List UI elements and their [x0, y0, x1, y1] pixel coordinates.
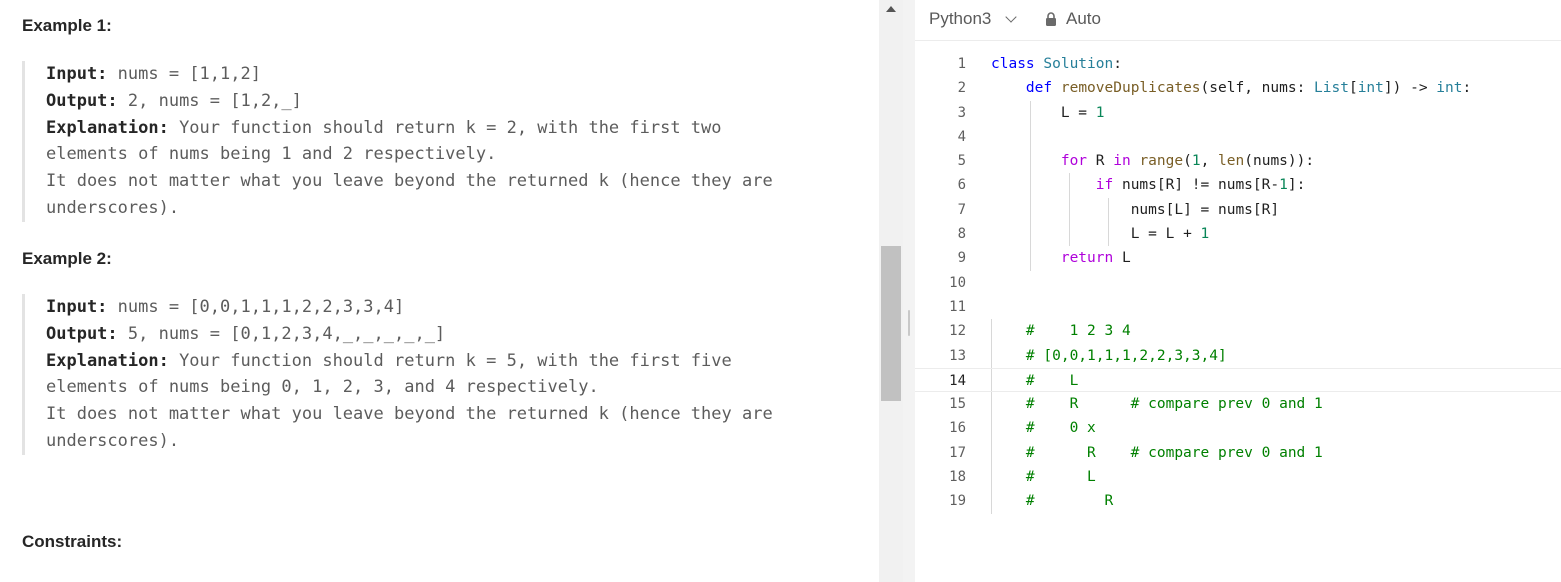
auto-mode-toggle[interactable]: Auto: [1066, 9, 1101, 29]
code-line[interactable]: 5 for R in range(1, len(nums)):: [915, 149, 1561, 174]
line-number: 1: [957, 56, 966, 72]
code-line[interactable]: 13 # [0,0,1,1,1,2,2,3,3,4]: [915, 343, 1561, 368]
line-number: 12: [949, 323, 966, 340]
line-number: 7: [957, 201, 966, 218]
chevron-down-icon[interactable]: [1005, 11, 1017, 23]
description-scrollbar[interactable]: [879, 0, 903, 582]
line-number: 17: [949, 444, 966, 461]
language-selector[interactable]: Python3: [929, 9, 991, 29]
line-number: 10: [949, 274, 966, 291]
example-2-explanation-line4: underscores).: [46, 430, 180, 451]
editor-toolbar: Python3 Auto: [915, 0, 1561, 41]
code-line-active[interactable]: 14 # L: [915, 367, 1561, 393]
example-1-explanation-line4: underscores).: [46, 197, 180, 218]
code-line[interactable]: 6 if nums[R] != nums[R-1]:: [915, 173, 1561, 198]
line-number: 3: [957, 104, 966, 121]
line-number: 9: [957, 250, 966, 267]
code-line[interactable]: 9 return L: [915, 246, 1561, 271]
code-line[interactable]: 8 L = L + 1: [915, 222, 1561, 247]
example-1-title: Example 1:: [22, 16, 112, 35]
example-2-title: Example 2:: [22, 249, 112, 268]
code-line[interactable]: 16 # 0 x: [915, 416, 1561, 441]
example-2-explanation-line2: elements of nums being 0, 1, 2, 3, and 4…: [46, 377, 599, 398]
code-line[interactable]: 17 # R # compare prev 0 and 1: [915, 440, 1561, 466]
code-line[interactable]: 3 L = 1: [915, 100, 1561, 125]
lock-icon: [1046, 12, 1056, 26]
code-line[interactable]: 1 class Solution:: [915, 52, 1561, 76]
line-number: 11: [949, 298, 966, 315]
code-line[interactable]: 7 nums[L] = nums[R]: [915, 197, 1561, 223]
code-line[interactable]: 2 def removeDuplicates(self, nums: List[…: [915, 76, 1561, 100]
example-1-explanation-line2: elements of nums being 1 and 2 respectiv…: [46, 144, 497, 165]
example-2-explanation-line3: It does not matter what you leave beyond…: [46, 404, 773, 425]
code-line[interactable]: 11: [915, 295, 1561, 319]
example-1-input: Input: nums = [1,1,2]: [46, 64, 261, 84]
code-line[interactable]: 18 # L: [915, 465, 1561, 490]
line-number: 16: [949, 420, 966, 437]
example-2-output: Output: 5, nums = [0,1,2,3,4,_,_,_,_,_]: [46, 323, 446, 344]
line-number: 19: [949, 493, 966, 510]
example-2-input: Input: nums = [0,0,1,1,1,2,2,3,3,4]: [46, 297, 405, 317]
example-1-explanation: Explanation: Your function should return…: [46, 117, 722, 138]
line-number: 15: [949, 396, 966, 413]
code-line[interactable]: 12 # 1 2 3 4: [915, 319, 1561, 344]
drag-handle-icon[interactable]: [908, 310, 910, 336]
example-2-block: Input: nums = [0,0,1,1,1,2,2,3,3,4] Outp…: [22, 294, 872, 455]
example-1-output: Output: 2, nums = [1,2,_]: [46, 90, 302, 111]
indent-guide: [1030, 124, 1031, 150]
code-area[interactable]: 1 class Solution: 2 def removeDuplicates…: [915, 52, 1561, 514]
code-line[interactable]: 4: [915, 124, 1561, 150]
code-line[interactable]: 10: [915, 271, 1561, 295]
code-line[interactable]: 19 # R: [915, 489, 1561, 514]
scroll-up-arrow-icon[interactable]: [886, 6, 896, 12]
example-1-block: Input: nums = [1,1,2] Output: 2, nums = …: [22, 61, 872, 222]
example-1-explanation-line3: It does not matter what you leave beyond…: [46, 171, 773, 192]
line-number: 2: [957, 80, 966, 97]
line-number: 5: [957, 153, 966, 170]
line-number: 6: [957, 177, 966, 194]
code-editor-pane: Python3 Auto 1 class Solution: 2 def rem…: [915, 0, 1561, 582]
scrollbar-thumb[interactable]: [881, 246, 901, 401]
line-number: 8: [957, 226, 966, 243]
line-number: 18: [949, 469, 966, 486]
example-2-explanation: Explanation: Your function should return…: [46, 350, 732, 371]
code-line[interactable]: 15 # R # compare prev 0 and 1: [915, 392, 1561, 417]
constraints-title: Constraints:: [22, 532, 123, 551]
problem-description-pane: Example 1: Input: nums = [1,1,2] Output:…: [0, 0, 879, 582]
line-number: 4: [957, 128, 966, 145]
line-number: 14: [949, 372, 966, 389]
pane-resize-divider[interactable]: [903, 0, 915, 582]
line-number: 13: [949, 347, 966, 364]
